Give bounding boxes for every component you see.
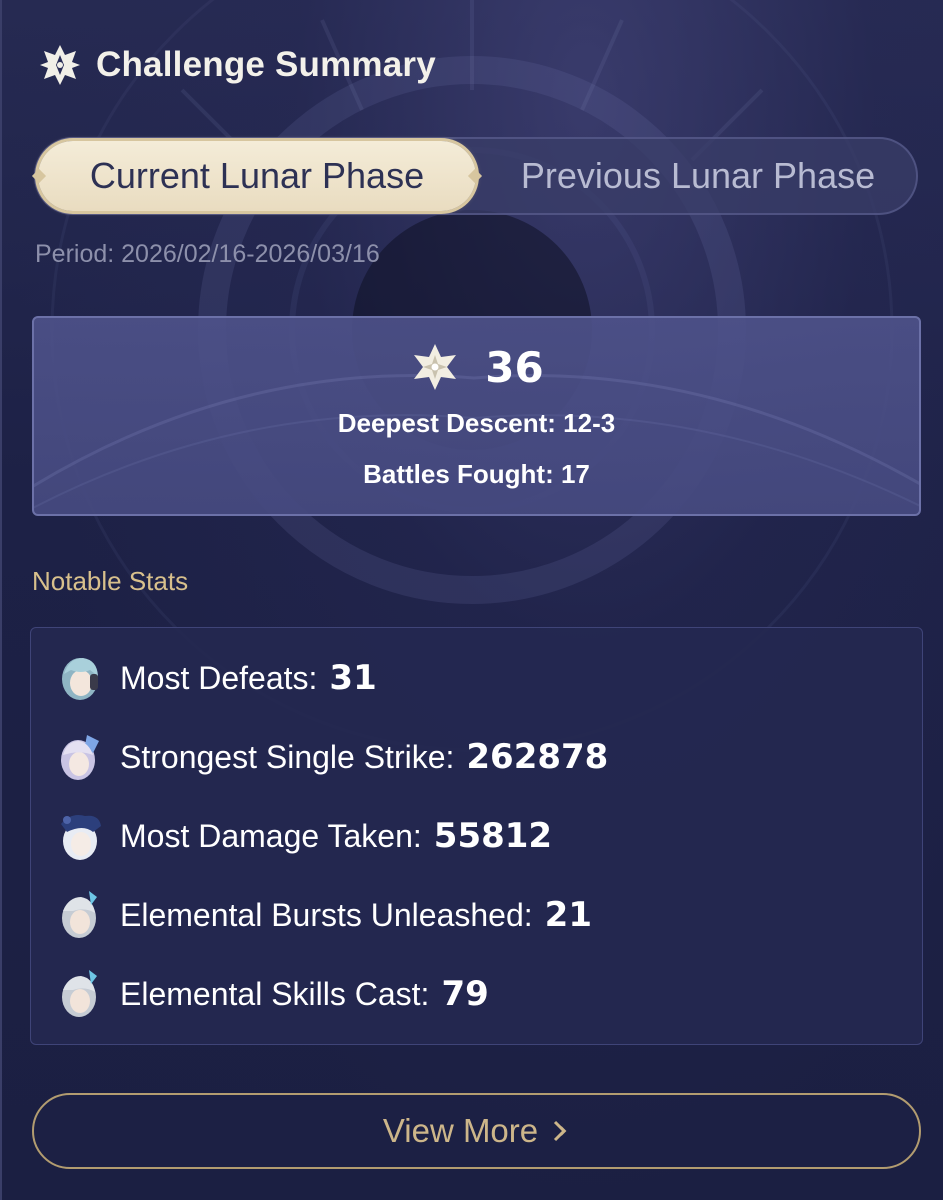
page-title: Challenge Summary	[96, 45, 436, 84]
notable-stats-heading: Notable Stats	[32, 566, 189, 596]
stat-row-strongest-single-strike: Strongest Single Strike: 262878	[57, 727, 608, 787]
stat-value: 21	[544, 895, 592, 935]
chevron-right-icon	[554, 1120, 567, 1142]
stat-label: Most Defeats:	[120, 659, 318, 696]
battles-fought: Battles Fought: 17	[363, 459, 590, 489]
period-text: Period: 2026/02/16-2026/03/16	[35, 240, 380, 268]
character-avatar-icon	[57, 810, 103, 862]
character-avatar-icon	[57, 889, 103, 941]
character-avatar-icon	[57, 652, 103, 704]
tab-label: Previous Lunar Phase	[520, 155, 876, 196]
tab-label: Current Lunar Phase	[89, 155, 425, 196]
stat-label: Elemental Bursts Unleashed:	[120, 896, 533, 933]
header: Challenge Summary	[38, 40, 436, 90]
star-count-value: 36	[485, 342, 544, 392]
stat-value: 31	[329, 658, 377, 698]
tab-previous-lunar-phase[interactable]: Previous Lunar Phase	[476, 139, 920, 213]
abyss-star-icon	[414, 344, 457, 390]
challenge-summary-panel: Challenge Summary Current Lunar Phase Pr…	[0, 0, 943, 1200]
stat-value: 79	[441, 974, 489, 1014]
lunar-phase-tabs: Current Lunar Phase Previous Lunar Phase	[31, 137, 920, 215]
stat-row-most-damage-taken: Most Damage Taken: 55812	[57, 806, 552, 866]
character-avatar-icon	[57, 968, 103, 1020]
notable-stats-list: Most Defeats: 31 Strongest Single Strike…	[30, 627, 923, 1045]
deepest-descent: Deepest Descent: 12-3	[337, 408, 616, 438]
stat-row-most-defeats: Most Defeats: 31	[57, 648, 377, 708]
view-more-button[interactable]: View More	[32, 1093, 921, 1169]
summary-card: 36 Deepest Descent: 12-3 Battles Fought:…	[32, 316, 921, 516]
stat-row-elemental-skills-cast: Elemental Skills Cast: 79	[57, 964, 489, 1024]
character-avatar-icon	[57, 731, 103, 783]
stat-label: Strongest Single Strike:	[120, 738, 455, 775]
tab-ornament-left	[31, 168, 47, 184]
abyss-emblem-icon	[38, 43, 82, 87]
stat-label: Elemental Skills Cast:	[120, 975, 430, 1012]
stat-row-elemental-bursts-unleashed: Elemental Bursts Unleashed: 21	[57, 885, 592, 945]
star-count: 36	[34, 340, 919, 394]
tab-current-lunar-phase[interactable]: Current Lunar Phase	[31, 141, 483, 211]
stat-value: 262878	[466, 737, 609, 777]
stat-value: 55812	[433, 816, 553, 856]
view-more-label: View More	[382, 1112, 539, 1149]
stat-label: Most Damage Taken:	[120, 817, 422, 854]
